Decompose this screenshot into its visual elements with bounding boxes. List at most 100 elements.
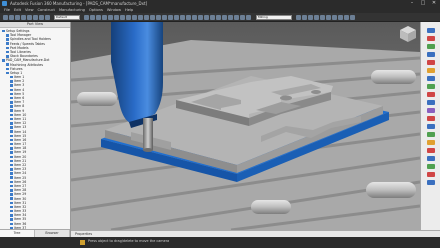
tree-node-icon [10, 80, 13, 83]
toolbar-button[interactable] [132, 14, 137, 20]
toolbar-button[interactable] [216, 14, 221, 20]
cam-scene[interactable] [71, 22, 420, 230]
toolbar-button[interactable] [308, 14, 313, 20]
measure-icon[interactable] [427, 140, 435, 145]
toolbar-button[interactable] [302, 14, 307, 20]
toolbar-button[interactable] [90, 14, 95, 20]
tree-node-icon [6, 42, 9, 45]
toolbar-button[interactable] [126, 14, 131, 20]
pan-icon[interactable] [427, 84, 435, 89]
shading-icon[interactable] [427, 108, 435, 113]
minimize-icon[interactable]: – [408, 0, 416, 7]
3d-viewport[interactable] [71, 22, 420, 230]
toolbar-button[interactable] [198, 14, 203, 20]
view-side-icon[interactable] [427, 68, 435, 73]
tree-node-icon [10, 84, 13, 87]
toolbar-button[interactable] [344, 14, 349, 20]
toolbar-button[interactable] [174, 14, 179, 20]
status-info-icon [80, 239, 85, 245]
toolbar-button[interactable] [27, 14, 32, 20]
toolbar-button[interactable] [162, 14, 167, 20]
tree-node-icon [10, 172, 13, 175]
tree-node-icon [10, 113, 13, 117]
play-icon[interactable] [427, 156, 435, 161]
view-fit-icon[interactable] [427, 28, 435, 33]
tab-tree[interactable]: Tree [0, 230, 35, 237]
tree-node-icon [10, 189, 13, 192]
toolbar-button[interactable] [350, 14, 355, 20]
section-icon[interactable] [427, 100, 435, 105]
window-title: Autodesk Fusion 360 Manufacturing - [PAD… [10, 1, 148, 6]
toolbar-button[interactable] [15, 14, 20, 20]
tree-node-icon [6, 38, 9, 41]
zoom-icon[interactable] [427, 76, 435, 81]
toolbar-button[interactable] [332, 14, 337, 20]
toolbar-button[interactable] [9, 14, 14, 20]
stop-icon[interactable] [427, 172, 435, 177]
toolbar-button[interactable] [144, 14, 149, 20]
toolbar-button[interactable] [39, 14, 44, 20]
toolbar-button[interactable] [240, 14, 245, 20]
simulate-icon[interactable] [427, 148, 435, 153]
view-front-icon[interactable] [427, 60, 435, 65]
toolbar-button[interactable] [21, 14, 26, 20]
mode-combo[interactable]: Milling [256, 14, 292, 20]
rotate-icon[interactable] [427, 92, 435, 97]
toolbar-button[interactable] [246, 14, 251, 20]
tree-node-icon [10, 138, 13, 142]
stock-icon[interactable] [427, 132, 435, 137]
preset-combo[interactable]: Default [54, 14, 80, 20]
toolbar-button[interactable] [228, 14, 233, 20]
toolbar-button[interactable] [296, 14, 301, 20]
toolbar-button[interactable] [84, 14, 89, 20]
right-toolbar [420, 22, 440, 230]
toolbar-button[interactable] [120, 14, 125, 20]
settings-icon[interactable] [427, 180, 435, 185]
toolbar-button[interactable] [222, 14, 227, 20]
tab-browser[interactable]: Browser [35, 230, 70, 237]
panel-tabs: Tree Browser [0, 229, 70, 237]
toolbar-button[interactable] [108, 14, 113, 20]
tree-node-icon [10, 134, 13, 138]
toolbar-button[interactable] [338, 14, 343, 20]
close-icon[interactable]: ✕ [430, 0, 438, 7]
tree-node-icon [2, 29, 5, 33]
toolbar-button[interactable] [204, 14, 209, 20]
toolbar-button[interactable] [114, 14, 119, 20]
view-iso-icon[interactable] [427, 44, 435, 49]
tree-node-icon [10, 176, 13, 179]
tree-node-icon [10, 193, 13, 196]
app-icon [2, 1, 7, 6]
toolbar-button[interactable] [210, 14, 215, 20]
toolpath-icon[interactable] [427, 124, 435, 129]
toolbar-button[interactable] [314, 14, 319, 20]
toolbar-button[interactable] [3, 14, 8, 20]
toolbar-button[interactable] [180, 14, 185, 20]
part-view-panel: Part View Setup Settings Tool Manager Spin… [0, 22, 71, 237]
toolbar-button[interactable] [326, 14, 331, 20]
tree-node-icon [10, 155, 13, 159]
tree-node-icon [10, 96, 13, 100]
tree-node-icon [10, 168, 13, 171]
toolbar-button[interactable] [102, 14, 107, 20]
toolbar-button[interactable] [45, 14, 50, 20]
toolbar-button[interactable] [138, 14, 143, 20]
view-top-icon[interactable] [427, 52, 435, 57]
toolbar-button[interactable] [234, 14, 239, 20]
toolbar-button[interactable] [192, 14, 197, 20]
toolbar-button[interactable] [168, 14, 173, 20]
tree-node-icon [6, 71, 9, 75]
toolbar-button[interactable] [33, 14, 38, 20]
maximize-icon[interactable]: □ [419, 0, 427, 7]
tree-node-icon [10, 159, 13, 163]
tree-node-icon [10, 214, 13, 217]
view-home-icon[interactable] [427, 36, 435, 41]
toolbar-button[interactable] [186, 14, 191, 20]
toolbar-button[interactable] [320, 14, 325, 20]
toolbar-button[interactable] [156, 14, 161, 20]
toolbar-button[interactable] [150, 14, 155, 20]
toolbar-button[interactable] [96, 14, 101, 20]
pause-icon[interactable] [427, 164, 435, 169]
tree-node-icon [6, 63, 9, 66]
wireframe-icon[interactable] [427, 116, 435, 121]
